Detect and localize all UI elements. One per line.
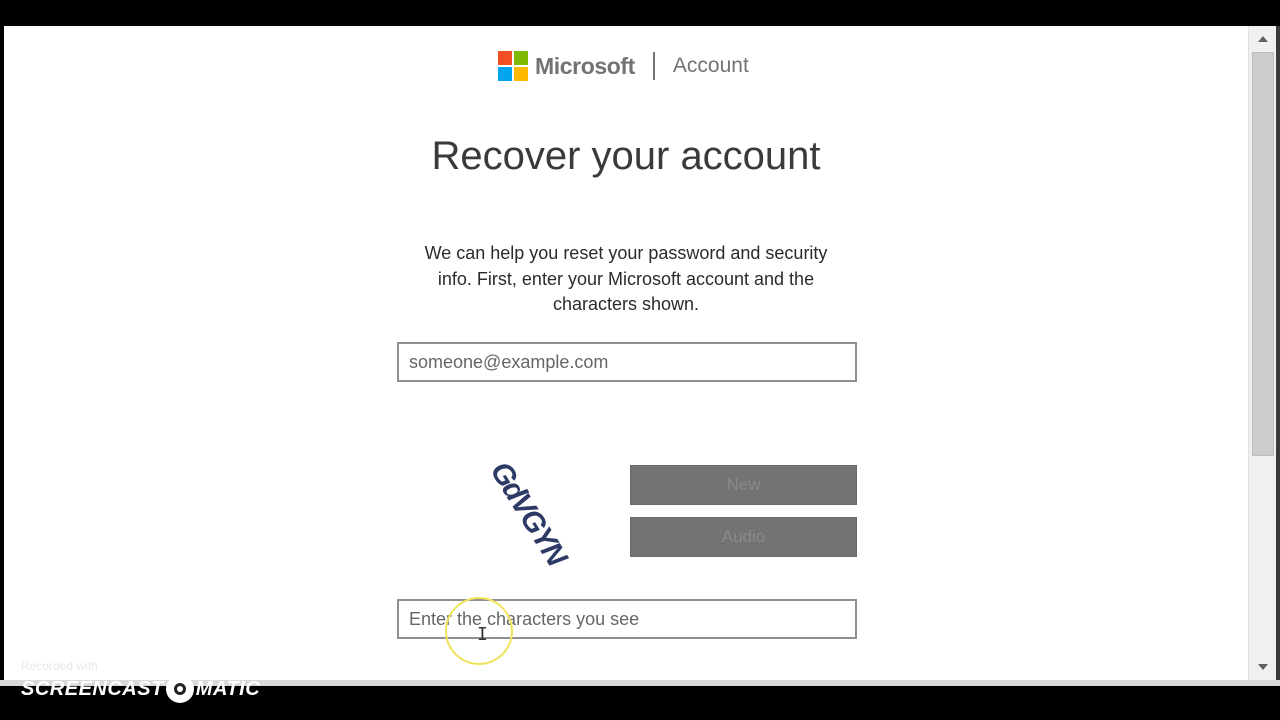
audio-captcha-button[interactable]: Audio xyxy=(630,517,857,557)
logo-yellow-square xyxy=(514,67,528,81)
email-field[interactable] xyxy=(397,342,857,382)
scroll-thumb[interactable] xyxy=(1252,52,1274,456)
microsoft-logo-icon xyxy=(498,51,528,81)
logo-green-square xyxy=(514,51,528,65)
watermark-brand-left: SCREENCAST xyxy=(21,677,164,700)
text-cursor-icon: I xyxy=(477,624,488,645)
brand-divider xyxy=(652,52,655,80)
watermark-recorded-text: Recorded with xyxy=(21,659,98,673)
browser-viewport: Microsoft Account Recover your account W… xyxy=(4,26,1248,680)
intro-line-2: info. First, enter your Microsoft accoun… xyxy=(437,268,815,289)
logo-red-square xyxy=(498,51,512,65)
screencast-watermark: Recorded with SCREENCAST MATIC xyxy=(21,659,260,703)
scroll-up-button[interactable] xyxy=(1249,28,1277,50)
brand-product: Account xyxy=(672,54,749,77)
intro-text: We can help you reset your password and … xyxy=(399,241,853,318)
captcha-image: GdVGYN xyxy=(484,458,575,573)
new-captcha-label: New xyxy=(726,475,761,494)
scroll-down-icon xyxy=(1258,664,1268,670)
intro-line-3: characters shown. xyxy=(552,294,700,314)
watermark-brand-right: MATIC xyxy=(195,677,261,700)
watermark-o-icon xyxy=(165,675,194,703)
scroll-down-button[interactable] xyxy=(1249,656,1277,678)
page-title: Recover your account xyxy=(431,134,821,178)
watermark-brand: SCREENCAST MATIC xyxy=(21,675,260,703)
window-edge xyxy=(1276,26,1280,680)
top-black-bar xyxy=(0,0,1280,26)
captcha-glyphs: GdVGYN xyxy=(484,458,575,573)
logo-blue-square xyxy=(498,67,512,81)
brand-name: Microsoft xyxy=(535,52,635,79)
scroll-up-icon xyxy=(1258,36,1268,42)
vertical-scrollbar[interactable] xyxy=(1248,26,1277,680)
audio-captcha-label: Audio xyxy=(721,527,766,546)
new-captcha-button[interactable]: New xyxy=(630,465,857,505)
intro-line-1: We can help you reset your password and … xyxy=(424,243,828,263)
microsoft-account-brand: Microsoft Account xyxy=(498,48,749,84)
